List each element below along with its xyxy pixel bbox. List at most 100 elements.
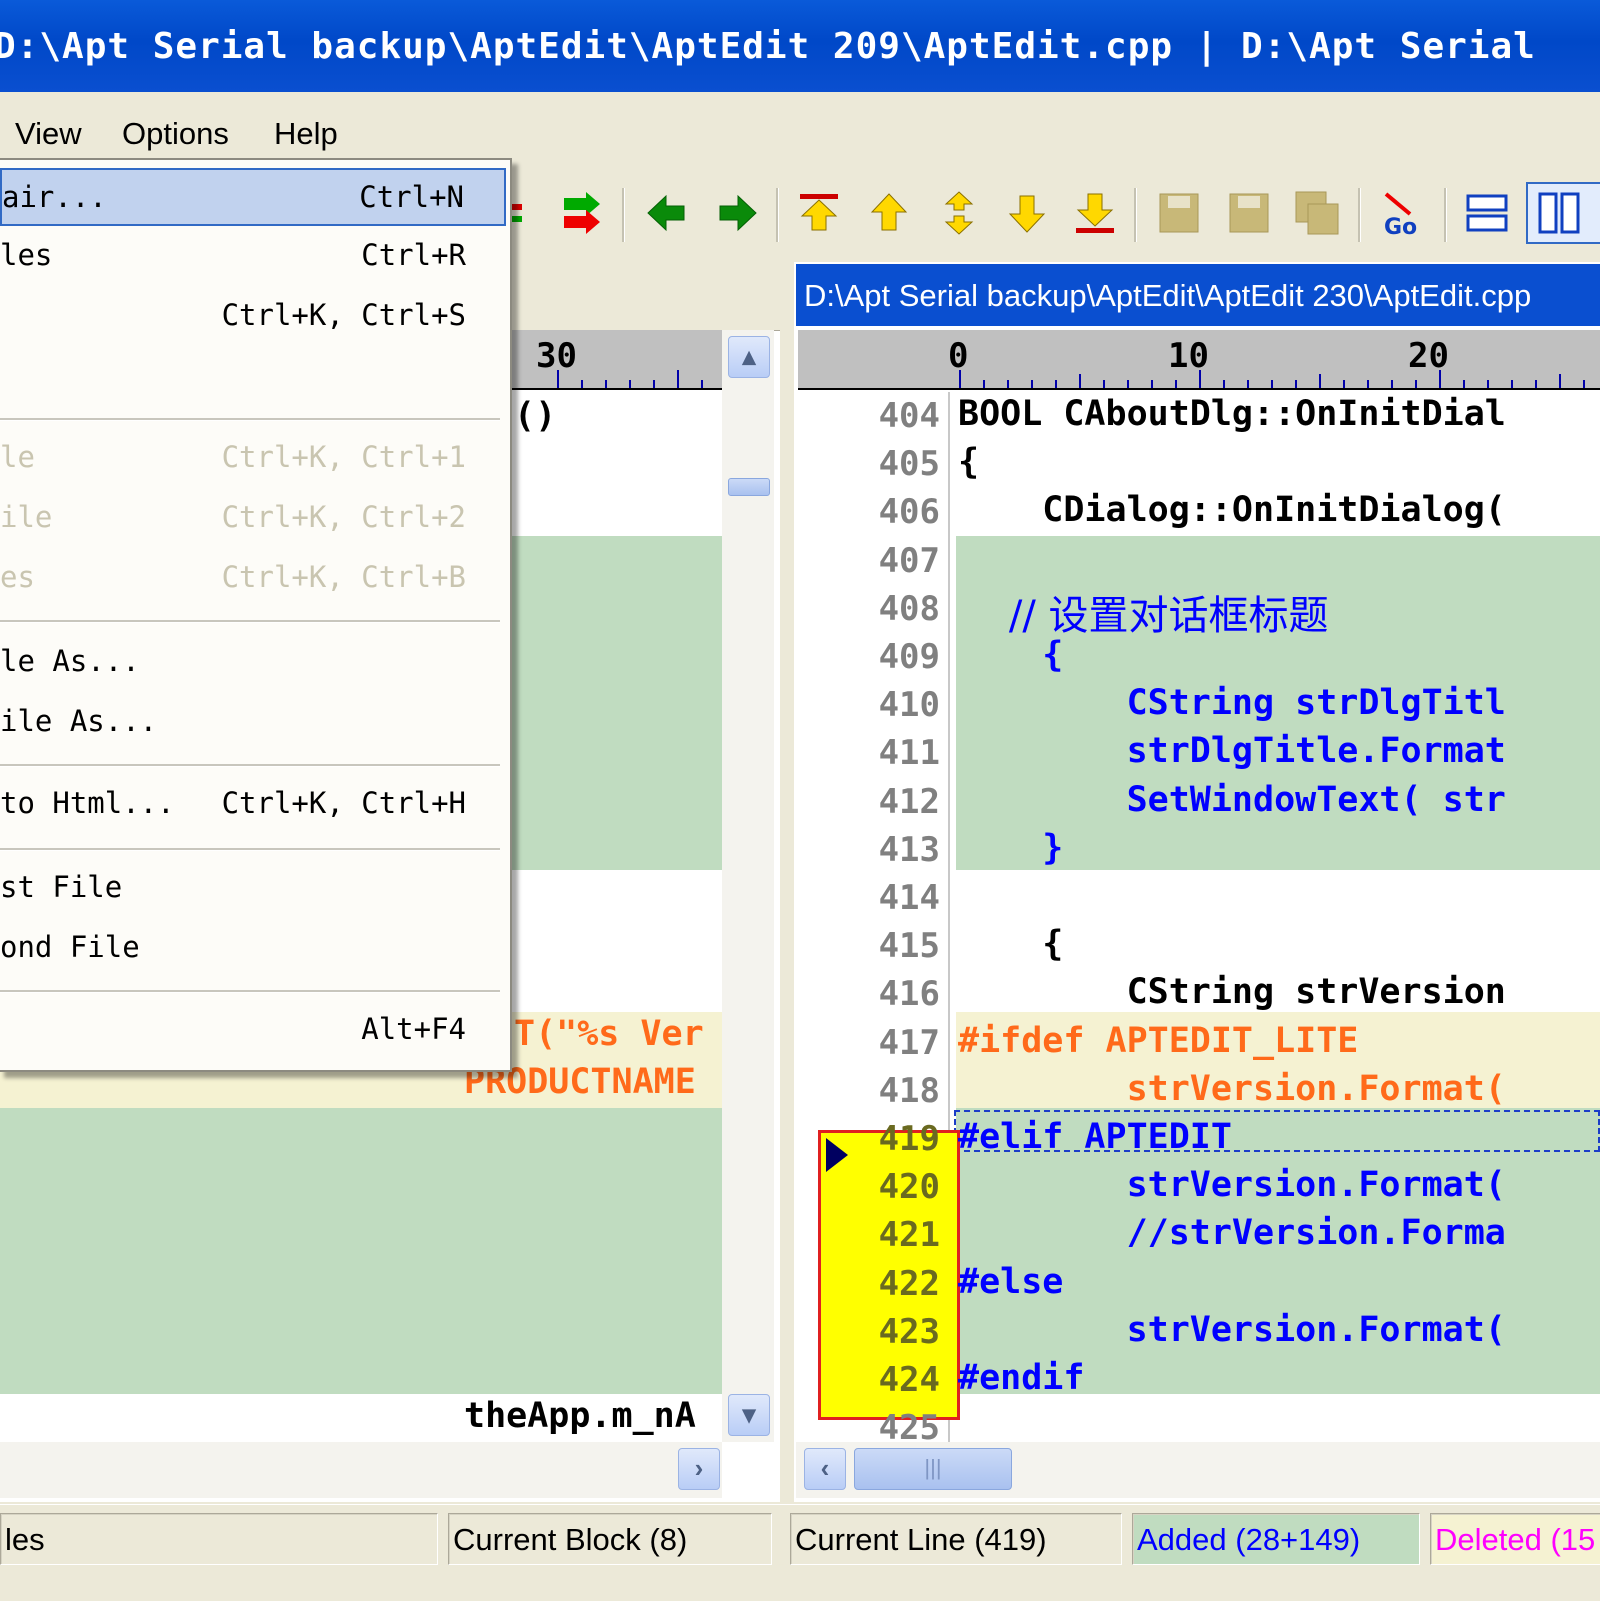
line-number: 409 (878, 637, 940, 677)
code-line[interactable]: #else (958, 1262, 1063, 1302)
menu-item-new-pair[interactable]: air... Ctrl+N (0, 168, 506, 226)
code-line[interactable]: { (958, 442, 979, 482)
menu-item-export-to-html[interactable]: to Html... Ctrl+K, Ctrl+H (0, 776, 506, 834)
menu-item-exit[interactable]: Alt+F4 (0, 1002, 506, 1060)
svg-text:Go: Go (1384, 215, 1417, 236)
current-line-arrow-icon (826, 1138, 848, 1172)
menu-item-label: les (0, 238, 53, 272)
code-line[interactable]: { (958, 924, 1063, 964)
code-line[interactable]: CDialog::OnInitDialog( (958, 490, 1506, 530)
status-bar: les Current Block (8) Current Line (419)… (0, 1504, 1600, 1601)
code-line[interactable]: strVersion.Format( (958, 1310, 1506, 1350)
menu-item-label: to Html... (0, 786, 175, 820)
prev-diff-icon[interactable] (866, 190, 912, 236)
scroll-down-button[interactable]: ▾ (728, 1394, 770, 1436)
code-line[interactable]: #elif APTEDIT (958, 1117, 1232, 1157)
left-vertical-scrollbar[interactable]: ▴ ▾ (722, 330, 774, 1442)
first-diff-icon[interactable] (796, 190, 842, 236)
code-line[interactable]: CString strDlgTitl (958, 683, 1506, 723)
status-deleted-text: Deleted (15 (1435, 1522, 1596, 1557)
scroll-thumb[interactable]: ||| (854, 1448, 1012, 1490)
code-line[interactable]: strVersion.Format( (958, 1165, 1506, 1205)
menu-separator (0, 764, 500, 767)
menu-item-open-second-file[interactable]: ond File (0, 920, 506, 978)
current-diff-icon[interactable] (936, 190, 982, 236)
arrow-right-icon[interactable] (714, 190, 760, 236)
left-horizontal-scrollbar[interactable]: › (0, 1442, 722, 1498)
menu-item-label: st File (0, 870, 123, 904)
line-number: 411 (878, 733, 940, 774)
menu-item-shortcut: Ctrl+K, Ctrl+2 (221, 500, 466, 534)
menu-item-label: air... (2, 180, 107, 214)
menu-item-save-second-file-as[interactable]: ile As... (0, 694, 506, 752)
line-number: 417 (878, 1022, 940, 1063)
code-line[interactable]: SetWindowText( str (958, 780, 1506, 820)
horizontal-layout-icon[interactable] (1464, 190, 1510, 236)
next-diff-icon[interactable] (1004, 190, 1050, 236)
code-line[interactable]: #ifdef APTEDIT_LITE (958, 1021, 1358, 1061)
vertical-layout-button[interactable] (1526, 182, 1600, 244)
line-number: 414 (878, 878, 940, 918)
line-number: 419 (878, 1119, 940, 1159)
ruler-ticks (557, 370, 703, 388)
menu-item-save-both-files: es Ctrl+K, Ctrl+B (0, 550, 506, 608)
left-code-fragment-theapp: theApp.m_nA (464, 1396, 696, 1436)
status-added-text: Added (28+149) (1137, 1522, 1361, 1557)
menu-separator (0, 848, 500, 851)
menu-item-refresh-files[interactable]: les Ctrl+R (0, 228, 506, 286)
menu-view[interactable]: View (15, 116, 82, 152)
scroll-right-button[interactable]: › (678, 1448, 720, 1490)
menu-help[interactable]: Help (274, 116, 338, 152)
line-number: 421 (878, 1215, 940, 1256)
left-code-fragment-paren: () (514, 396, 557, 436)
menu-item-save-first-file-as[interactable]: le As... (0, 634, 506, 692)
code-line[interactable]: strDlgTitle.Format (958, 731, 1506, 771)
menu-item-open-first-file[interactable]: st File (0, 860, 506, 918)
menu-item-label: ile As... (0, 704, 158, 738)
menu-bar: View Options Help (0, 92, 1600, 168)
code-line[interactable]: } (958, 828, 1063, 868)
menu-item-save-first-file: le Ctrl+K, Ctrl+1 (0, 430, 506, 488)
menu-item-shortcut: Ctrl+K, Ctrl+1 (221, 440, 466, 474)
menu-item-label: le As... (0, 644, 140, 678)
save-right-icon[interactable] (1226, 190, 1272, 236)
line-number: 407 (878, 540, 940, 581)
line-number: 412 (878, 781, 940, 822)
ruler-ticks (959, 370, 1585, 388)
arrow-left-icon[interactable] (644, 190, 690, 236)
status-deleted: Deleted (15 (1430, 1513, 1600, 1565)
last-diff-icon[interactable] (1072, 190, 1118, 236)
menu-item-shortcut: Alt+F4 (361, 1012, 466, 1046)
menu-separator (0, 990, 500, 993)
line-number: 422 (878, 1263, 940, 1304)
menu-item-label: le (0, 440, 35, 474)
scroll-thumb[interactable] (728, 478, 770, 496)
code-line[interactable]: { (958, 635, 1063, 675)
save-left-icon[interactable] (1156, 190, 1202, 236)
menu-item-save-workspace[interactable]: Ctrl+K, Ctrl+S (0, 288, 506, 346)
code-line[interactable]: CString strVersion (958, 972, 1506, 1012)
menu-item-shortcut: Ctrl+N (359, 180, 464, 214)
menu-options[interactable]: Options (122, 116, 229, 152)
save-both-icon[interactable] (1294, 190, 1340, 236)
vertical-layout-icon (1538, 192, 1580, 234)
line-number: 420 (878, 1167, 940, 1208)
scroll-left-button[interactable]: ‹ (804, 1448, 846, 1490)
code-line[interactable]: strVersion.Format( (958, 1069, 1506, 1109)
code-line[interactable]: #endif (958, 1358, 1084, 1398)
scroll-up-button[interactable]: ▴ (728, 336, 770, 378)
menu-separator (0, 620, 500, 623)
copy-right-arrow-icon[interactable] (560, 190, 606, 236)
right-horizontal-scrollbar[interactable]: ‹ ||| (796, 1442, 1600, 1498)
red-green-arrow-icon[interactable] (508, 190, 538, 236)
code-line[interactable]: BOOL CAboutDlg::OnInitDial (958, 394, 1506, 434)
left-added-block-2 (0, 1108, 722, 1394)
code-line[interactable]: //strVersion.Forma (958, 1213, 1506, 1253)
status-added: Added (28+149) (1132, 1513, 1420, 1565)
menu-item-shortcut: Ctrl+K, Ctrl+B (221, 560, 466, 594)
status-current-block: Current Block (8) (448, 1513, 772, 1565)
goto-icon[interactable]: Go (1380, 190, 1426, 236)
left-code-fragment-format: T("%s Ver (514, 1014, 704, 1054)
code-line[interactable]: // 设置对话框标题 (958, 583, 1329, 641)
status-block-text: Current Block (8) (453, 1522, 688, 1557)
